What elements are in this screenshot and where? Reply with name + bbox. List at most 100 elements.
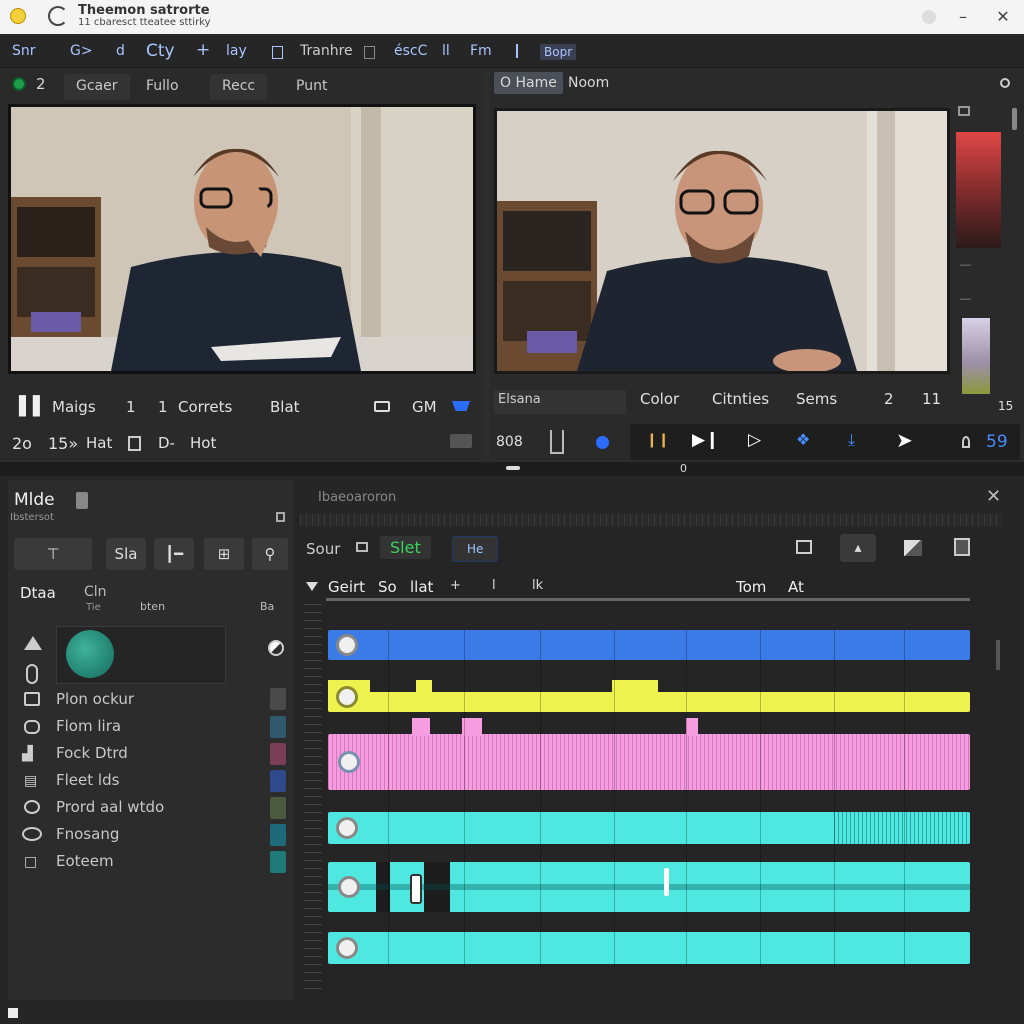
color-gradient-scope[interactable]: [956, 132, 1001, 248]
right-zoom-value[interactable]: 59: [986, 432, 1008, 452]
left-label-gm[interactable]: GM: [412, 398, 437, 416]
marker-icon[interactable]: [516, 44, 518, 58]
pause-icon[interactable]: ▐▐: [12, 396, 40, 417]
list-item[interactable]: Prord aal wtdo: [56, 798, 164, 824]
track-2-toggle[interactable]: [336, 686, 358, 708]
swatch-7[interactable]: [270, 851, 286, 873]
menu-item-city[interactable]: Cty: [146, 41, 175, 61]
overwrite-icon[interactable]: ➤: [896, 428, 913, 452]
tl-scrollbar[interactable]: [996, 640, 1000, 670]
tab-recc[interactable]: Recc: [210, 74, 268, 100]
tl-layers-icon[interactable]: ▴: [840, 534, 876, 562]
track-3-clip-c[interactable]: [686, 718, 698, 736]
doc-icon[interactable]: [272, 46, 283, 59]
swatch-4[interactable]: [270, 770, 286, 792]
tl-he-button[interactable]: He: [452, 536, 499, 562]
timeline-ruler[interactable]: [300, 514, 1002, 526]
tl-col-tom[interactable]: Tom: [736, 578, 766, 596]
contrast-icon[interactable]: [268, 640, 284, 656]
swatch-3[interactable]: [270, 743, 286, 765]
divider-handle[interactable]: [506, 466, 520, 470]
menu-item-go[interactable]: G>: [70, 43, 93, 59]
track-5-marker[interactable]: [664, 868, 669, 896]
tab-fullo[interactable]: Fullo: [134, 74, 191, 100]
tl-col-so[interactable]: So: [378, 578, 397, 596]
tl-col-llat[interactable]: llat: [410, 578, 433, 596]
track-5-handle[interactable]: [410, 874, 422, 904]
sla-tool-button[interactable]: Sla: [106, 538, 146, 570]
copy-icon[interactable]: [128, 436, 141, 451]
search-icon[interactable]: [1000, 78, 1010, 88]
camera-icon[interactable]: [374, 401, 390, 412]
scrollbar[interactable]: [1012, 108, 1017, 130]
swatch-5[interactable]: [270, 797, 286, 819]
minimize-icon[interactable]: [918, 6, 940, 28]
step-forward-icon[interactable]: ▶❙: [692, 430, 719, 450]
right-tab-citnties[interactable]: Citnties: [712, 390, 769, 408]
timeline-track-3[interactable]: [328, 734, 970, 790]
left-label-hot[interactable]: Hot: [190, 434, 216, 452]
col-header-bten[interactable]: bten: [140, 600, 165, 613]
menu-item-add[interactable]: +: [196, 40, 210, 60]
list-item[interactable]: Flom lira: [56, 717, 121, 743]
menu-item-bopr[interactable]: Bopr: [540, 44, 577, 60]
tl-col-at[interactable]: At: [788, 578, 804, 596]
timeline-track-2[interactable]: [328, 692, 970, 712]
trim-icon[interactable]: [550, 430, 564, 454]
track-3-clip-b[interactable]: [462, 718, 482, 736]
clip-icon[interactable]: [26, 664, 38, 684]
settings-pin-icon[interactable]: [962, 436, 970, 448]
jog-icon[interactable]: ❖: [796, 430, 810, 449]
track-3-toggle[interactable]: [338, 751, 360, 773]
panel-icon[interactable]: [364, 46, 375, 59]
swatch-6[interactable]: [270, 824, 286, 846]
tab-punt[interactable]: Punt: [284, 74, 340, 100]
output-button-icon[interactable]: [450, 434, 472, 448]
tl-col-l[interactable]: l: [492, 578, 496, 593]
timeline-track-6[interactable]: [328, 932, 970, 964]
list-item[interactable]: Fleet lds: [56, 771, 119, 797]
tab-noom[interactable]: Noom: [568, 75, 609, 91]
luma-gradient-scope[interactable]: [962, 318, 990, 394]
track-1-toggle[interactable]: [336, 634, 358, 656]
menu-item-lay[interactable]: lay: [226, 43, 247, 59]
col-header-ba[interactable]: Ba: [260, 600, 274, 613]
swatch-1[interactable]: [270, 688, 286, 710]
status-corner-icon[interactable]: [8, 1008, 18, 1018]
menu-item-d[interactable]: d: [116, 43, 125, 59]
insert-icon[interactable]: ⤓: [848, 430, 855, 450]
list-item[interactable]: Fnosang: [56, 825, 119, 851]
record-dot-icon[interactable]: [596, 436, 609, 449]
pin-tool-button[interactable]: ⚲: [252, 538, 288, 570]
track-6-toggle[interactable]: [336, 937, 358, 959]
blue-flag-icon[interactable]: [452, 401, 470, 411]
tab-gcaer[interactable]: Gcaer: [64, 74, 130, 100]
list-item[interactable]: Eoteem: [56, 852, 114, 878]
swatch-2[interactable]: [270, 716, 286, 738]
grid-tool-button[interactable]: ⊞: [204, 538, 244, 570]
col-header-dtaa[interactable]: Dtaa: [20, 584, 56, 602]
tl-export-icon[interactable]: [954, 538, 970, 556]
right-tab-sems[interactable]: Sems: [796, 390, 837, 408]
sidebar-title-icon[interactable]: [76, 492, 88, 509]
tab-home[interactable]: O Hame: [494, 72, 563, 94]
menu-item-transfer[interactable]: Tranhre: [300, 43, 353, 59]
tl-select-button[interactable]: Slet: [380, 536, 431, 559]
split-tool-button[interactable]: ┃━: [154, 538, 194, 570]
tl-window-icon[interactable]: [796, 540, 812, 554]
program-video-frame[interactable]: [494, 108, 950, 374]
track-3-clip-a[interactable]: [412, 718, 430, 736]
timeline-close-icon[interactable]: ✕: [986, 486, 1001, 507]
tl-collapse-icon[interactable]: [306, 582, 318, 591]
right-tab-color[interactable]: Color: [640, 390, 679, 408]
tl-link-icon[interactable]: [356, 542, 368, 552]
menu-item-fm[interactable]: Fm: [470, 43, 492, 59]
marker-in-icon[interactable]: ❙❙: [646, 432, 669, 448]
tl-image-icon[interactable]: [904, 540, 922, 556]
track-5-toggle[interactable]: [338, 876, 360, 898]
col-header-cln[interactable]: Cln: [84, 584, 107, 600]
teal-knob[interactable]: [66, 630, 114, 678]
list-item[interactable]: Plon ockur: [56, 690, 134, 716]
left-label-d[interactable]: D-: [158, 434, 175, 452]
timeline-track-1[interactable]: [328, 630, 970, 660]
